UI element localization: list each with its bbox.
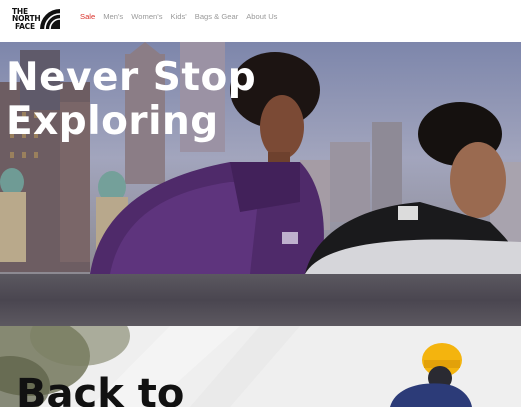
nav-item-mens[interactable]: Men's <box>103 12 123 21</box>
nav-item-sale[interactable]: Sale <box>80 12 95 21</box>
hero-title: Never Stop Exploring <box>6 56 256 144</box>
nav-item-womens[interactable]: Women's <box>131 12 162 21</box>
back-to-section[interactable]: Back to <box>0 326 521 407</box>
nav-item-bags-gear[interactable]: Bags & Gear <box>195 12 238 21</box>
hero-banner[interactable]: Never Stop Exploring <box>0 42 521 274</box>
half-dome-icon <box>40 9 61 30</box>
nav-item-about-us[interactable]: About Us <box>246 12 277 21</box>
main-nav: Sale Men's Women's Kids' Bags & Gear Abo… <box>80 12 285 21</box>
hero-title-line-2: Exploring <box>6 99 219 144</box>
image-strip <box>0 274 521 326</box>
back-to-title: Back to <box>16 371 185 407</box>
hero-title-line-1: Never Stop <box>6 55 257 100</box>
site-header: THE NORTH FACE Sale Men's Women's Kids' … <box>0 0 521 42</box>
nav-item-kids[interactable]: Kids' <box>171 12 187 21</box>
the-north-face-logo[interactable]: THE NORTH FACE <box>12 6 64 32</box>
